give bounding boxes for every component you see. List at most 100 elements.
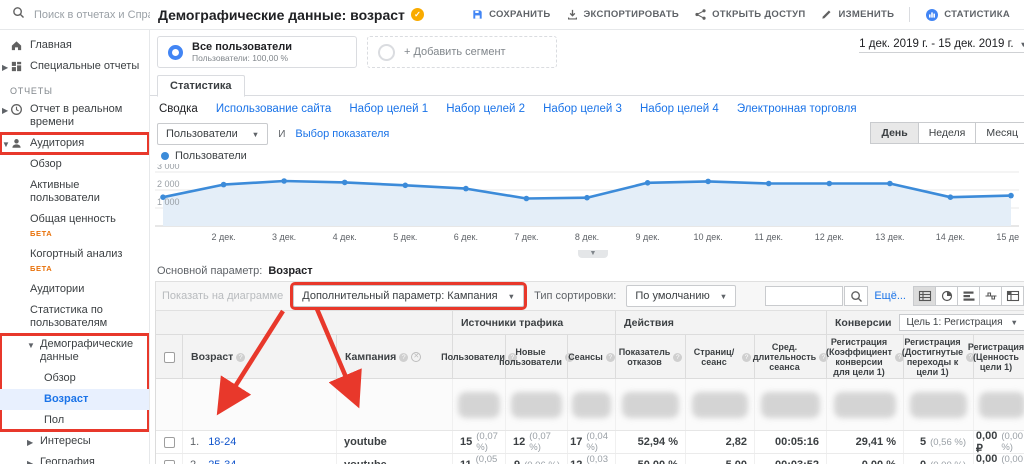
report-tab-использование-сайта[interactable]: Использование сайта xyxy=(216,103,331,115)
comparison-view-button[interactable] xyxy=(979,286,1002,306)
metric-cell: 12(0,07 %) xyxy=(505,431,567,453)
granularity-месяц[interactable]: Месяц xyxy=(975,122,1024,144)
report-tab-набор-целей-1[interactable]: Набор целей 1 xyxy=(349,103,428,115)
red-annotation-box-demographics: ▼Демографические данныеОбзор Возраст Пол xyxy=(0,334,149,431)
metric-value: 00:03:52 xyxy=(775,459,819,464)
report-tab-набор-целей-4[interactable]: Набор целей 4 xyxy=(640,103,719,115)
chart-collapse-button[interactable]: ▼ xyxy=(578,250,608,258)
add-segment-button[interactable]: + Добавить сегмент xyxy=(367,36,557,68)
column-header-6[interactable]: Страниц/сеанс? xyxy=(685,335,754,379)
show-on-chart-button[interactable]: Показать на диаграмме xyxy=(162,290,283,302)
action-label: СТАТИСТИКА xyxy=(944,9,1010,20)
performance-view-button[interactable] xyxy=(957,286,980,306)
action-export-button[interactable]: ЭКСПОРТИРОВАТЬ xyxy=(566,8,680,21)
sort-type-dropdown[interactable]: По умолчанию ▼ xyxy=(626,285,736,307)
metric-value: 0,00 ₽ xyxy=(976,454,997,464)
sidebar-item-возраст[interactable]: Возраст xyxy=(0,389,149,410)
group-header-2: Действия xyxy=(615,311,826,334)
date-range-selector[interactable]: 1 дек. 2019 г. - 15 дек. 2019 г. ▼ xyxy=(859,38,1024,53)
segment-all-users[interactable]: Все пользователи Пользователи: 100,00 % xyxy=(157,36,357,68)
sidebar-item-отчет-в-реальном-времени[interactable]: ▶Отчет в реальном времени xyxy=(0,99,149,133)
age-cell: 1.18-24 xyxy=(182,431,336,453)
column-header-8[interactable]: Регистрация (Коэффициент конверсии для ц… xyxy=(826,335,903,379)
advanced-link[interactable]: Ещё... xyxy=(874,290,906,302)
percent-view-button[interactable] xyxy=(935,286,958,306)
table-search-icon xyxy=(850,290,863,303)
sidebar-item-label: География xyxy=(40,456,95,464)
row-checkbox[interactable] xyxy=(164,460,175,464)
row-number: 2. xyxy=(190,459,199,464)
column-header-1[interactable]: Кампания?✕↓ xyxy=(336,335,452,379)
global-search[interactable]: Поиск в отчетах и Справке xyxy=(0,6,150,24)
granularity-день[interactable]: День xyxy=(870,122,918,144)
campaign-value: youtube xyxy=(344,436,387,448)
sidebar-item-обзор[interactable]: Обзор xyxy=(0,154,149,175)
table-search-input[interactable] xyxy=(765,286,843,306)
report-tab-электронная-торговля[interactable]: Электронная торговля xyxy=(737,103,857,115)
action-edit-button[interactable]: ИЗМЕНИТЬ xyxy=(820,8,894,21)
column-header-10[interactable]: Регистрация (Ценность цели 1)? xyxy=(973,335,1024,379)
granularity-неделя[interactable]: Неделя xyxy=(918,122,977,144)
sidebar-item-интересы[interactable]: ▶Интересы xyxy=(0,431,149,452)
column-header-2[interactable]: Пользователи? xyxy=(452,335,505,379)
blurred-data-blob xyxy=(761,392,819,418)
sidebar-item-география[interactable]: ▶География xyxy=(0,452,149,464)
pivot-view-button[interactable] xyxy=(1001,286,1024,306)
table-search-button[interactable] xyxy=(844,286,868,306)
column-header-label: Сеансы xyxy=(568,352,603,362)
users-line-chart[interactable]: 1 0002 0003 0002 дек.3 дек.4 дек.5 дек.6… xyxy=(155,164,1024,250)
sidebar-item-пол[interactable]: Пол xyxy=(0,410,149,431)
conversion-cell: 5(0,56 %) xyxy=(903,431,973,453)
row-checkbox[interactable] xyxy=(164,437,175,448)
report-tab-набор-целей-2[interactable]: Набор целей 2 xyxy=(446,103,525,115)
chevron-down-icon: ▼ xyxy=(252,130,259,139)
age-link[interactable]: 18-24 xyxy=(208,436,236,448)
series-dot-icon xyxy=(161,152,169,160)
chevron-down-icon: ▼ xyxy=(27,339,35,352)
action-insights-button[interactable]: СТАТИСТИКА xyxy=(925,8,1010,22)
sidebar-item-демографические-данные[interactable]: ▼Демографические данные xyxy=(0,334,149,368)
sidebar-item-аудитория[interactable]: ▼Аудитория xyxy=(0,133,149,154)
column-header-0[interactable]: Возраст? xyxy=(182,335,336,379)
metric-dropdown[interactable]: Пользователи ▼ xyxy=(157,123,268,145)
metric-cell: 9(0,06 %) xyxy=(505,454,567,464)
sidebar-item-общая-ценность[interactable]: Общая ценностьБЕТА xyxy=(0,209,149,244)
metric-percent: (0,04 %) xyxy=(586,431,608,453)
header-actions: СОХРАНИТЬ ЭКСПОРТИРОВАТЬ ОТКРЫТЬ ДОСТУП ИЗМ… xyxy=(471,7,1024,22)
action-share-button[interactable]: ОТКРЫТЬ ДОСТУП xyxy=(694,8,805,21)
remove-secondary-dimension-icon[interactable]: ✕ xyxy=(411,352,421,362)
age-link[interactable]: 25-34 xyxy=(208,459,236,464)
select-metric-link[interactable]: Выбор показателя xyxy=(295,128,389,140)
sidebar-item-специальные-отчеты[interactable]: ▶Специальные отчеты xyxy=(0,56,149,77)
report-tab-набор-целей-3[interactable]: Набор целей 3 xyxy=(543,103,622,115)
sidebar-item-активные-пользователи[interactable]: Активные пользователи xyxy=(0,175,149,209)
metric-percent: (0,00 %) xyxy=(1001,431,1023,453)
primary-dimension-value[interactable]: Возраст xyxy=(268,265,312,277)
column-header-9[interactable]: Регистрация (Достигнутые переходы к цели… xyxy=(903,335,973,379)
sidebar-item-label: Обзор xyxy=(30,158,62,170)
sidebar-item-обзор[interactable]: Обзор xyxy=(0,368,149,389)
column-header-4[interactable]: Сеансы? xyxy=(567,335,615,379)
secondary-dimension-dropdown[interactable]: Дополнительный параметр: Кампания ▼ xyxy=(293,285,524,307)
tab-statistics[interactable]: Статистика xyxy=(157,75,245,97)
select-all-checkbox[interactable] xyxy=(164,352,175,363)
column-header-5[interactable]: Показатель отказов? xyxy=(615,335,685,379)
sidebar-item-аудитории[interactable]: Аудитории xyxy=(0,279,149,300)
table-view-button[interactable] xyxy=(913,286,936,306)
pivot-view-icon xyxy=(1006,290,1020,302)
metric-value: 5,00 xyxy=(726,459,747,464)
sidebar-item-label: Активные пользователи xyxy=(30,179,100,204)
campaign-value: youtube xyxy=(344,459,387,464)
campaign-cell: youtube xyxy=(336,431,452,453)
action-save-button[interactable]: СОХРАНИТЬ xyxy=(471,8,550,21)
save-icon xyxy=(471,8,484,21)
sidebar-item-статистика-по-пользователям[interactable]: Статистика по пользователям xyxy=(0,300,149,334)
column-header-label: Возраст xyxy=(191,352,233,362)
sidebar-item-когортный-анализ[interactable]: Когортный анализБЕТА xyxy=(0,244,149,279)
sidebar-item-главная[interactable]: Главная xyxy=(0,35,149,56)
sidebar-item-label: Возраст xyxy=(44,393,88,405)
conversions-goal-dropdown[interactable]: Цель 1: Регистрация▼ xyxy=(899,314,1024,331)
column-header-3[interactable]: Новые пользователи? xyxy=(505,335,567,379)
column-header-7[interactable]: Сред. длительность сеанса? xyxy=(754,335,826,379)
report-tab-сводка[interactable]: Сводка xyxy=(159,103,198,115)
